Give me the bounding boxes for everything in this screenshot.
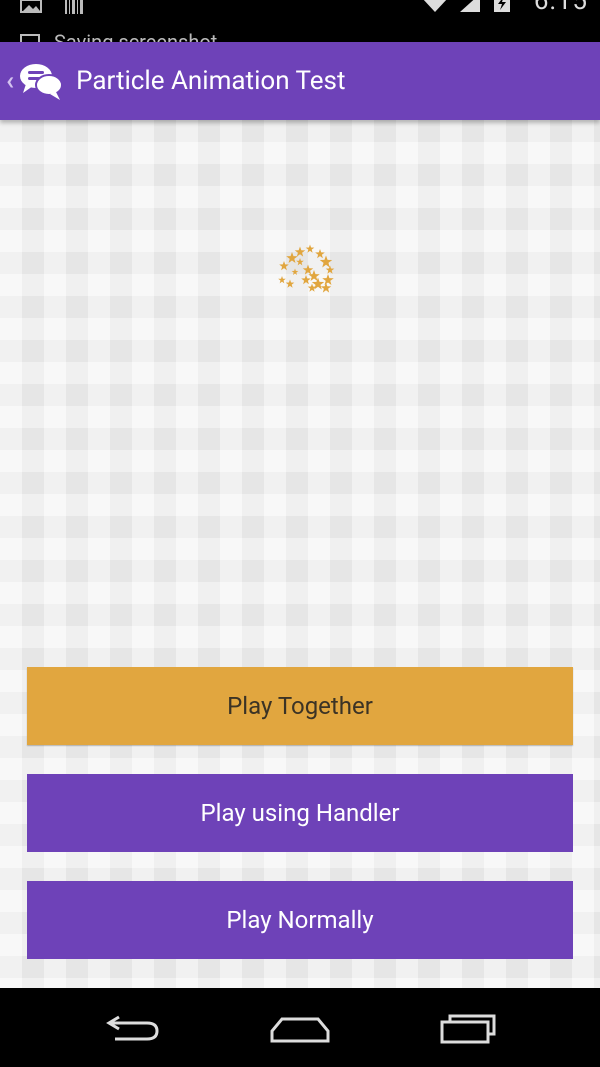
ticker-checkbox-icon	[20, 34, 40, 42]
home-icon	[270, 1017, 330, 1043]
particle-animation	[278, 244, 335, 293]
notification-ticker: Saving screenshot...	[20, 30, 233, 42]
signal-icon	[460, 0, 480, 12]
status-bar: Saving screenshot... 6:15	[0, 0, 600, 42]
page-title: Particle Animation Test	[76, 66, 346, 96]
play-using-handler-button[interactable]: Play using Handler	[27, 774, 573, 852]
status-time: 6:15	[533, 0, 588, 16]
recents-icon	[440, 1014, 496, 1044]
recents-button[interactable]	[428, 1006, 508, 1050]
back-icon	[106, 1015, 159, 1041]
content-area: Play Together Play using Handler Play No…	[0, 120, 600, 988]
system-icons	[420, 0, 512, 14]
barcode-icon	[65, 0, 83, 14]
image-icon	[20, 0, 42, 13]
action-bar: ‹ Particle Animation Test	[0, 42, 600, 120]
ticker-text: Saving screenshot...	[54, 30, 234, 42]
battery-icon	[494, 0, 510, 12]
play-normally-button[interactable]: Play Normally	[27, 881, 573, 959]
play-together-button[interactable]: Play Together	[27, 667, 573, 745]
star-icon	[278, 244, 335, 293]
chevron-left-icon: ‹	[6, 66, 15, 96]
wifi-icon	[423, 0, 447, 12]
notification-icons	[0, 0, 84, 22]
navigation-bar	[0, 988, 600, 1067]
back-button[interactable]	[93, 1006, 173, 1050]
up-navigation-button[interactable]: ‹	[0, 42, 64, 120]
chat-bubbles-icon	[20, 64, 64, 100]
home-button[interactable]	[260, 1006, 340, 1050]
